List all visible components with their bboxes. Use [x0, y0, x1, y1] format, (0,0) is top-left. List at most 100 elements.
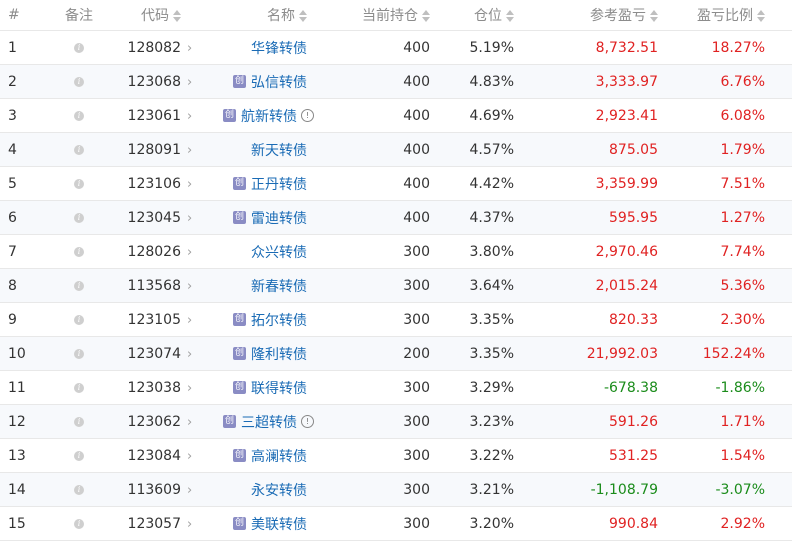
table-row[interactable]: 9 i 123105 › 创拓尔转债 300 3.35% 820.33 2.30%: [0, 302, 792, 337]
bond-name-link[interactable]: 华锋转债: [251, 41, 307, 57]
sort-icon[interactable]: [299, 10, 307, 22]
chevron-right-icon[interactable]: ›: [187, 347, 192, 362]
note-icon[interactable]: i: [74, 416, 84, 427]
header-pnl-ratio[interactable]: 盈亏比例: [666, 0, 792, 31]
table-row[interactable]: 4 i 128091 › 新天转债 400 4.57% 875.05 1.79%: [0, 132, 792, 167]
expand-cell[interactable]: ›: [183, 438, 223, 473]
note-cell[interactable]: i: [50, 200, 108, 235]
table-row[interactable]: 5 i 123106 › 创正丹转债 400 4.42% 3,359.99 7.51%: [0, 166, 792, 201]
table-row[interactable]: 8 i 113568 › 新春转债 300 3.64% 2,015.24 5.36%: [0, 268, 792, 303]
note-cell[interactable]: i: [50, 472, 108, 507]
table-row[interactable]: 7 i 128026 › 众兴转债 300 3.80% 2,970.46 7.74%: [0, 234, 792, 269]
note-icon[interactable]: i: [74, 450, 84, 461]
note-icon[interactable]: i: [74, 280, 84, 291]
sort-icon[interactable]: [173, 10, 181, 22]
table-row[interactable]: 10 i 123074 › 创隆利转债 200 3.35% 21,992.03 152.24%: [0, 336, 792, 371]
chevron-right-icon[interactable]: ›: [187, 177, 192, 192]
table-row[interactable]: 3 i 123061 › 创航新转债! 400 4.69% 2,923.41 6.08%: [0, 98, 792, 133]
note-cell[interactable]: i: [50, 370, 108, 405]
name-cell[interactable]: 华锋转债: [223, 30, 308, 65]
note-cell[interactable]: i: [50, 64, 108, 99]
note-icon[interactable]: i: [74, 484, 84, 495]
table-row[interactable]: 2 i 123068 › 创弘信转债 400 4.83% 3,333.97 6.76%: [0, 64, 792, 99]
chevron-right-icon[interactable]: ›: [187, 483, 192, 498]
expand-cell[interactable]: ›: [183, 98, 223, 133]
name-cell[interactable]: 创航新转债!: [223, 98, 314, 133]
note-cell[interactable]: i: [50, 132, 108, 167]
chevron-right-icon[interactable]: ›: [187, 41, 192, 56]
name-cell[interactable]: 创高澜转债: [223, 438, 308, 473]
chevron-right-icon[interactable]: ›: [187, 415, 192, 430]
header-position[interactable]: 仓位: [438, 0, 541, 31]
note-icon[interactable]: i: [74, 246, 84, 257]
expand-cell[interactable]: ›: [183, 30, 223, 65]
note-icon[interactable]: i: [74, 110, 84, 121]
name-cell[interactable]: 新天转债: [223, 132, 308, 167]
bond-name-link[interactable]: 雷迪转债: [251, 211, 307, 227]
bond-name-link[interactable]: 新天转债: [251, 143, 307, 159]
note-icon[interactable]: i: [74, 42, 84, 53]
expand-cell[interactable]: ›: [183, 404, 223, 439]
note-cell[interactable]: i: [50, 166, 108, 201]
expand-cell[interactable]: ›: [183, 370, 223, 405]
table-row[interactable]: 6 i 123045 › 创雷迪转债 400 4.37% 595.95 1.27%: [0, 200, 792, 235]
table-row[interactable]: 14 i 113609 › 永安转债 300 3.21% -1,108.79 -3.07%: [0, 472, 792, 507]
expand-cell[interactable]: ›: [183, 268, 223, 303]
header-pnl[interactable]: 参考盈亏: [541, 0, 666, 31]
bond-name-link[interactable]: 航新转债: [241, 109, 297, 125]
name-cell[interactable]: 创正丹转债: [223, 166, 308, 201]
bond-name-link[interactable]: 联得转债: [251, 381, 307, 397]
bond-name-link[interactable]: 弘信转债: [251, 75, 307, 91]
header-holding[interactable]: 当前持仓: [308, 0, 438, 31]
name-cell[interactable]: 创弘信转债: [223, 64, 308, 99]
note-icon[interactable]: i: [74, 382, 84, 393]
bond-name-link[interactable]: 众兴转债: [251, 245, 307, 261]
name-cell[interactable]: 创隆利转债: [223, 336, 308, 371]
note-cell[interactable]: i: [50, 30, 108, 65]
note-icon[interactable]: i: [74, 76, 84, 87]
table-row[interactable]: 15 i 123057 › 创美联转债 300 3.20% 990.84 2.92%: [0, 506, 792, 541]
name-cell[interactable]: 新春转债: [223, 268, 308, 303]
name-cell[interactable]: 永安转债: [223, 472, 308, 507]
chevron-right-icon[interactable]: ›: [187, 143, 192, 158]
expand-cell[interactable]: ›: [183, 302, 223, 337]
table-row[interactable]: 13 i 123084 › 创高澜转债 300 3.22% 531.25 1.54%: [0, 438, 792, 473]
note-cell[interactable]: i: [50, 268, 108, 303]
name-cell[interactable]: 创三超转债!: [223, 404, 314, 439]
note-cell[interactable]: i: [50, 302, 108, 337]
note-cell[interactable]: i: [50, 404, 108, 439]
bond-name-link[interactable]: 拓尔转债: [251, 313, 307, 329]
expand-cell[interactable]: ›: [183, 166, 223, 201]
sort-icon[interactable]: [506, 10, 514, 22]
bond-name-link[interactable]: 美联转债: [251, 517, 307, 533]
note-cell[interactable]: i: [50, 98, 108, 133]
table-row[interactable]: 11 i 123038 › 创联得转债 300 3.29% -678.38 -1.86%: [0, 370, 792, 405]
name-cell[interactable]: 创联得转债: [223, 370, 308, 405]
note-cell[interactable]: i: [50, 506, 108, 541]
bond-name-link[interactable]: 高澜转债: [251, 449, 307, 465]
bond-name-link[interactable]: 三超转债: [241, 415, 297, 431]
table-row[interactable]: 12 i 123062 › 创三超转债! 300 3.23% 591.26 1.71%: [0, 404, 792, 439]
note-icon[interactable]: i: [74, 212, 84, 223]
note-icon[interactable]: i: [74, 518, 84, 529]
header-name[interactable]: 名称: [223, 0, 308, 31]
note-cell[interactable]: i: [50, 336, 108, 371]
note-cell[interactable]: i: [50, 438, 108, 473]
expand-cell[interactable]: ›: [183, 132, 223, 167]
header-code[interactable]: 代码: [108, 0, 183, 31]
note-icon[interactable]: i: [74, 144, 84, 155]
info-circle-icon[interactable]: !: [301, 415, 314, 428]
expand-cell[interactable]: ›: [183, 472, 223, 507]
info-circle-icon[interactable]: !: [301, 109, 314, 122]
chevron-right-icon[interactable]: ›: [187, 109, 192, 124]
expand-cell[interactable]: ›: [183, 234, 223, 269]
bond-name-link[interactable]: 正丹转债: [251, 177, 307, 193]
sort-icon[interactable]: [422, 10, 430, 22]
chevron-right-icon[interactable]: ›: [187, 517, 192, 532]
note-icon[interactable]: i: [74, 178, 84, 189]
bond-name-link[interactable]: 永安转债: [251, 483, 307, 499]
expand-cell[interactable]: ›: [183, 336, 223, 371]
chevron-right-icon[interactable]: ›: [187, 245, 192, 260]
bond-name-link[interactable]: 新春转债: [251, 279, 307, 295]
expand-cell[interactable]: ›: [183, 506, 223, 541]
